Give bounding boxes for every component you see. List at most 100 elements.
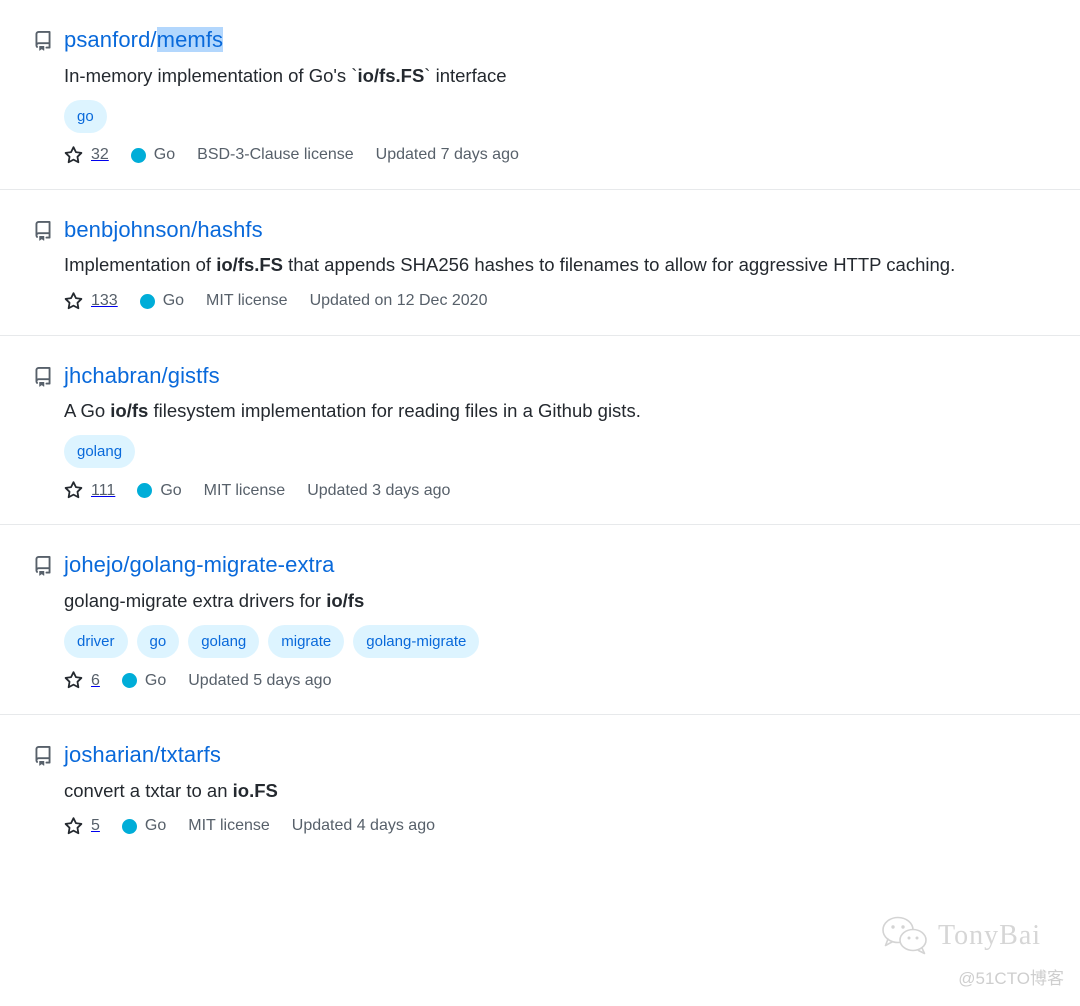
language-color-dot xyxy=(139,293,155,309)
repository-language: Go xyxy=(121,817,167,835)
stargazers-link[interactable]: 32 xyxy=(64,146,109,165)
repository-title-row: benbjohnson/hashfs xyxy=(33,216,1060,245)
star-icon xyxy=(64,291,83,311)
description-text: In-memory implementation of Go's ` xyxy=(64,64,358,86)
description-text: Implementation of xyxy=(64,254,217,276)
repository-name-selection-highlight: memfs xyxy=(156,27,224,52)
repository-title-row: josharian/txtarfs xyxy=(33,741,1060,770)
repository-updated-time: Updated 4 days ago xyxy=(291,817,435,835)
repository-result-body: benbjohnson/hashfs Implementation of io/f… xyxy=(0,190,1080,335)
stargazers-link[interactable]: 5 xyxy=(64,817,100,836)
repository-result-body: josharian/txtarfs convert a txtar to an i… xyxy=(0,715,1080,860)
repository-result-body: jhchabran/gistfs A Go io/fs filesystem im… xyxy=(0,336,1080,525)
repository-description: golang-migrate extra drivers for io/fs xyxy=(64,587,1060,614)
star-icon xyxy=(64,481,83,500)
topic-tag[interactable]: golang-migrate xyxy=(353,625,480,659)
description-text: that appends SHA256 hashes to filenames … xyxy=(283,254,956,276)
repository-topics-row: go xyxy=(64,99,1060,133)
watermark-brand: TonyBai xyxy=(938,920,1042,951)
repository-name-link[interactable]: psanford/memfs xyxy=(64,26,224,55)
repository-meta-row: 111 Go MIT license Updated 3 days ago xyxy=(64,481,1060,500)
topic-tag[interactable]: migrate xyxy=(268,625,345,659)
repository-language: Go xyxy=(121,672,166,689)
stargazers-link[interactable]: 6 xyxy=(64,671,100,690)
description-match-term: io/fs xyxy=(326,589,365,611)
repository-title-row: jhchabran/gistfs xyxy=(33,362,1060,391)
repository-name-link[interactable]: benbjohnson/hashfs xyxy=(64,216,263,245)
repository-language: Go xyxy=(139,292,185,310)
repository-result-item: johejo/golang-migrate-extra golang-migrat… xyxy=(0,524,1080,714)
repository-results-list: psanford/memfs In-memory implementation o… xyxy=(0,0,1080,860)
repository-license: MIT license xyxy=(206,292,288,310)
repository-name-link[interactable]: josharian/txtarfs xyxy=(64,741,221,770)
repo-icon xyxy=(33,31,53,51)
description-text: golang-migrate extra drivers for xyxy=(64,589,327,611)
description-text: filesystem implementation for reading fi… xyxy=(148,400,641,422)
repository-meta-row: 6 Go Updated 5 days ago xyxy=(64,671,1060,690)
description-text: A Go xyxy=(64,400,111,422)
repository-updated-time: Updated 3 days ago xyxy=(307,481,451,499)
wechat-icon xyxy=(880,914,932,958)
star-count: 5 xyxy=(91,817,100,835)
repository-updated-time: Updated 7 days ago xyxy=(375,146,519,164)
repository-title-row: psanford/memfs xyxy=(33,26,1060,55)
star-count: 111 xyxy=(91,481,116,499)
repository-result-item: psanford/memfs In-memory implementation o… xyxy=(0,0,1080,189)
topic-tag[interactable]: golang xyxy=(188,625,260,659)
stargazers-link[interactable]: 111 xyxy=(64,481,115,500)
language-color-dot xyxy=(121,818,137,834)
watermark-handle: @51CTO博客 xyxy=(958,969,1064,988)
repository-owner-text: psanford/ xyxy=(64,27,157,52)
language-name: Go xyxy=(162,292,185,310)
repository-title-row: johejo/golang-migrate-extra xyxy=(33,551,1060,580)
repository-license: BSD-3-Clause license xyxy=(197,146,354,164)
star-icon xyxy=(64,146,83,165)
star-icon xyxy=(64,671,83,690)
description-text: convert a txtar to an xyxy=(64,779,233,801)
repository-full-name-text: johejo/golang-migrate-extra xyxy=(64,552,335,578)
repository-updated-time: Updated 5 days ago xyxy=(188,671,332,689)
repository-meta-row: 5 Go MIT license Updated 4 days ago xyxy=(64,817,1060,836)
repository-description: Implementation of io/fs.FS that appends … xyxy=(64,251,1060,278)
watermark: TonyBai @51CTO博客 xyxy=(876,914,1066,994)
description-text: ` interface xyxy=(424,64,507,86)
repository-description: convert a txtar to an io.FS xyxy=(64,777,1060,804)
repository-name-link[interactable]: jhchabran/gistfs xyxy=(64,362,220,391)
topic-tag[interactable]: golang xyxy=(64,435,136,469)
language-name: Go xyxy=(144,817,167,835)
repository-result-body: johejo/golang-migrate-extra golang-migrat… xyxy=(0,525,1080,714)
repository-full-name-text: josharian/txtarfs xyxy=(64,742,221,768)
star-count: 32 xyxy=(91,146,109,164)
repo-icon xyxy=(33,556,53,577)
star-count: 133 xyxy=(91,292,118,310)
language-color-dot xyxy=(121,673,137,689)
repository-updated-time: Updated on 12 Dec 2020 xyxy=(309,292,488,310)
repo-icon xyxy=(33,220,53,241)
repository-language: Go xyxy=(130,146,176,164)
repository-meta-row: 133 Go MIT license Updated on 12 Dec 2020 xyxy=(64,291,1060,311)
topic-tag[interactable]: driver xyxy=(64,625,128,659)
stargazers-link[interactable]: 133 xyxy=(64,291,118,311)
repository-result-body: psanford/memfs In-memory implementation o… xyxy=(0,0,1080,189)
repository-topics-row: golang xyxy=(64,435,1060,469)
repository-result-item: jhchabran/gistfs A Go io/fs filesystem im… xyxy=(0,334,1080,525)
topic-tag[interactable]: go xyxy=(136,625,180,659)
repository-full-name-text: jhchabran/gistfs xyxy=(64,362,220,388)
repository-result-item: benbjohnson/hashfs Implementation of io/f… xyxy=(0,188,1080,335)
language-color-dot xyxy=(130,147,146,163)
description-match-term: io.FS xyxy=(232,779,278,801)
repository-name-link[interactable]: johejo/golang-migrate-extra xyxy=(64,551,335,580)
repository-language: Go xyxy=(137,481,182,499)
star-icon xyxy=(64,817,83,836)
star-count: 6 xyxy=(91,671,100,689)
topic-tag[interactable]: go xyxy=(64,99,107,133)
language-color-dot xyxy=(137,483,153,499)
repository-license: MIT license xyxy=(203,481,286,499)
repo-icon xyxy=(33,366,53,387)
language-name: Go xyxy=(153,146,176,164)
language-name: Go xyxy=(160,481,182,499)
repository-full-name-text: benbjohnson/hashfs xyxy=(64,216,263,242)
repository-description: In-memory implementation of Go's `io/fs.… xyxy=(64,62,1060,89)
description-match-term: io/fs xyxy=(110,400,149,422)
repository-meta-row: 32 Go BSD-3-Clause license Updated 7 days a… xyxy=(64,146,1060,165)
